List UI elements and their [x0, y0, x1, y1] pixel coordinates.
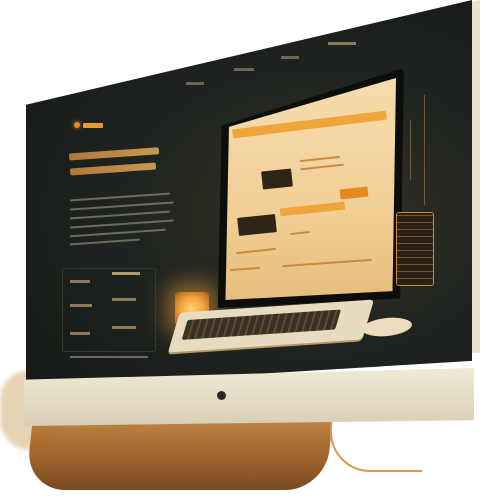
decor-line-1 [424, 95, 425, 205]
nav-link-2[interactable] [234, 68, 254, 71]
info-label-5 [112, 326, 136, 329]
logo-icon [74, 122, 80, 128]
info-label-6 [70, 332, 90, 335]
footer-line [70, 356, 148, 358]
nav-link-4[interactable] [328, 42, 356, 45]
power-indicator [217, 391, 226, 400]
info-label-3 [112, 298, 136, 301]
nav-link-3[interactable] [281, 56, 299, 59]
decor-line-2 [410, 120, 411, 180]
logo[interactable] [74, 120, 108, 130]
info-label-4 [70, 304, 92, 307]
inner-dark-block-1 [261, 168, 293, 190]
headline [68, 147, 171, 190]
info-label-1 [112, 272, 140, 275]
keyboard-keys [181, 309, 342, 340]
info-label-2 [70, 280, 90, 283]
nav-link-1[interactable] [186, 82, 204, 85]
logo-wordmark [83, 122, 103, 128]
side-device [396, 212, 434, 286]
